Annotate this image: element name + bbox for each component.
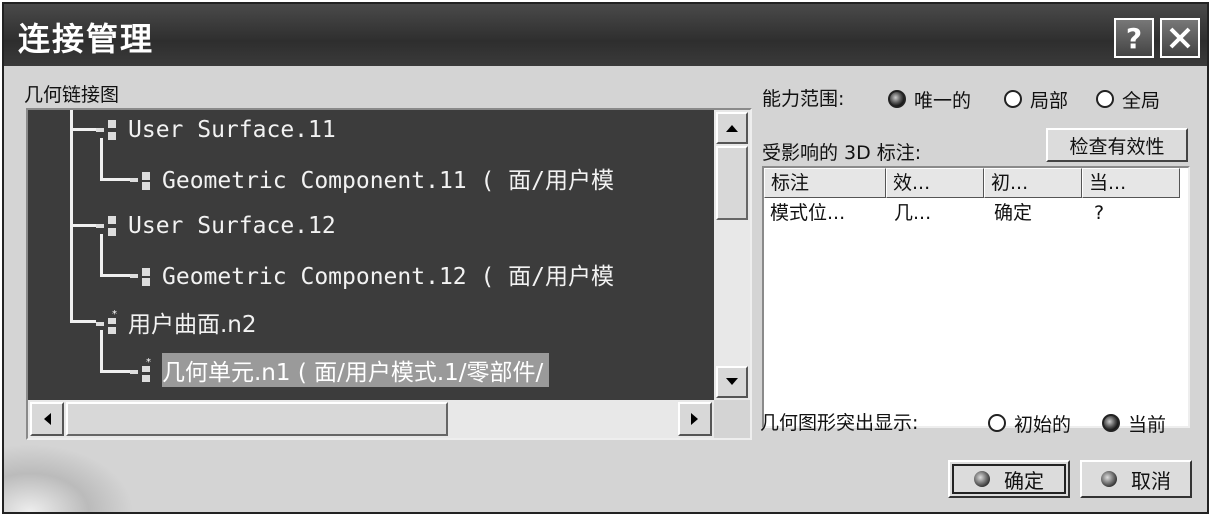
column-header-initial[interactable]: 初... bbox=[984, 168, 1082, 198]
table-cell[interactable]: 确定 bbox=[994, 199, 1032, 227]
tree-node-label: 用户曲面.n2 bbox=[128, 312, 257, 338]
scope-global-radio[interactable] bbox=[1096, 90, 1114, 108]
cancel-bullet-icon bbox=[1101, 471, 1117, 487]
tree-node-label: User Surface.12 bbox=[128, 213, 336, 239]
tree-branch-line bbox=[70, 224, 96, 227]
scope-unique-radio[interactable] bbox=[888, 90, 906, 108]
scroll-up-button[interactable] bbox=[716, 112, 748, 144]
tree-branch-line bbox=[70, 128, 96, 131]
ok-button[interactable]: 确定 bbox=[948, 460, 1070, 498]
arrow-down-icon bbox=[726, 378, 738, 385]
cancel-button-label: 取消 bbox=[1131, 468, 1171, 493]
tree-node-user-surface-n2[interactable]: * 用户曲面.n2 bbox=[94, 304, 257, 340]
close-button[interactable] bbox=[1160, 18, 1200, 58]
column-header-effect[interactable]: 效... bbox=[886, 168, 984, 198]
component-node-icon bbox=[128, 164, 156, 192]
scope-local-label[interactable]: 局部 bbox=[1030, 86, 1068, 113]
close-icon bbox=[1169, 27, 1191, 49]
link-management-dialog: 连接管理 ? 几何链接图 User Surface.11 Geometric C… bbox=[2, 2, 1209, 514]
table-cell[interactable]: ? bbox=[1094, 199, 1104, 227]
tree-vertical-scrollbar[interactable] bbox=[714, 110, 750, 400]
scope-unique-label[interactable]: 唯一的 bbox=[914, 86, 971, 113]
tree-branch-line bbox=[100, 370, 130, 373]
surface-node-icon bbox=[94, 212, 122, 240]
ok-button-label: 确定 bbox=[1004, 468, 1044, 493]
horizontal-scroll-thumb[interactable] bbox=[66, 402, 448, 436]
scrollbar-corner bbox=[714, 400, 750, 438]
highlight-initial-radio[interactable] bbox=[988, 414, 1006, 432]
tree-trunk-line bbox=[70, 110, 73, 322]
geometry-link-tree[interactable]: User Surface.11 Geometric Component.11 (… bbox=[26, 108, 752, 440]
svg-text:*: * bbox=[112, 309, 117, 320]
column-header-annotation[interactable]: 标注 bbox=[764, 168, 886, 198]
arrow-left-icon bbox=[44, 413, 51, 425]
arrow-right-icon bbox=[691, 413, 698, 425]
table-cell[interactable]: 模式位... bbox=[770, 199, 845, 227]
tree-branch-line bbox=[100, 274, 130, 277]
affected-annotations-label: 受影响的 3D 标注: bbox=[762, 142, 922, 164]
tree-node-user-surface-12[interactable]: User Surface.12 bbox=[94, 208, 336, 244]
highlight-current-radio[interactable] bbox=[1102, 414, 1120, 432]
scope-label: 能力范围: bbox=[762, 88, 845, 110]
surface-node-icon bbox=[94, 116, 122, 144]
table-cell[interactable]: 几... bbox=[894, 199, 931, 227]
help-button[interactable]: ? bbox=[1114, 18, 1154, 58]
scroll-right-button[interactable] bbox=[678, 402, 712, 436]
ok-bullet-icon bbox=[974, 471, 990, 487]
cancel-button[interactable]: 取消 bbox=[1080, 460, 1192, 498]
check-validity-button[interactable]: 检查有效性 bbox=[1046, 128, 1188, 162]
tree-node-geometric-component-11[interactable]: Geometric Component.11 ( 面/用户模 bbox=[128, 160, 614, 196]
tree-node-label: User Surface.11 bbox=[128, 117, 336, 143]
title-bar[interactable]: 连接管理 ? bbox=[4, 4, 1207, 66]
tree-node-label: Geometric Component.11 ( 面/用户模 bbox=[162, 168, 615, 194]
vertical-scroll-thumb[interactable] bbox=[716, 146, 748, 220]
svg-text:*: * bbox=[146, 357, 151, 368]
tree-horizontal-scrollbar[interactable] bbox=[28, 400, 714, 438]
tree-label: 几何链接图 bbox=[24, 84, 120, 106]
highlight-current-label[interactable]: 当前 bbox=[1128, 410, 1166, 437]
scroll-down-button[interactable] bbox=[716, 366, 748, 398]
scope-global-label[interactable]: 全局 bbox=[1122, 86, 1160, 113]
highlight-label: 几何图形突出显示: bbox=[760, 412, 919, 434]
scope-local-radio[interactable] bbox=[1004, 90, 1022, 108]
tree-node-label: Geometric Component.12 ( 面/用户模 bbox=[162, 264, 615, 290]
column-header-current[interactable]: 当... bbox=[1082, 168, 1180, 198]
affected-annotations-list[interactable]: 标注 效... 初... 当... 模式位... 几... 确定 ? bbox=[762, 166, 1190, 428]
tree-node-label: 几何单元.n1 ( 面/用户模式.1/零部件/ bbox=[162, 353, 550, 387]
tree-node-geometric-unit-n1[interactable]: * 几何单元.n1 ( 面/用户模式.1/零部件/ bbox=[128, 352, 550, 388]
highlight-initial-label[interactable]: 初始的 bbox=[1014, 410, 1071, 437]
component-node-icon bbox=[128, 260, 156, 288]
tree-node-user-surface-11[interactable]: User Surface.11 bbox=[94, 112, 336, 148]
decorative-swoosh bbox=[4, 444, 134, 512]
new-component-node-icon: * bbox=[128, 356, 156, 384]
scroll-left-button[interactable] bbox=[30, 402, 64, 436]
dialog-title: 连接管理 bbox=[18, 20, 155, 58]
tree-branch-line bbox=[70, 320, 96, 323]
tree-node-geometric-component-12[interactable]: Geometric Component.12 ( 面/用户模 bbox=[128, 256, 614, 292]
new-surface-node-icon: * bbox=[94, 308, 122, 336]
tree-branch-line bbox=[100, 178, 130, 181]
tree-viewport[interactable]: User Surface.11 Geometric Component.11 (… bbox=[28, 110, 714, 400]
arrow-up-icon bbox=[726, 125, 738, 132]
